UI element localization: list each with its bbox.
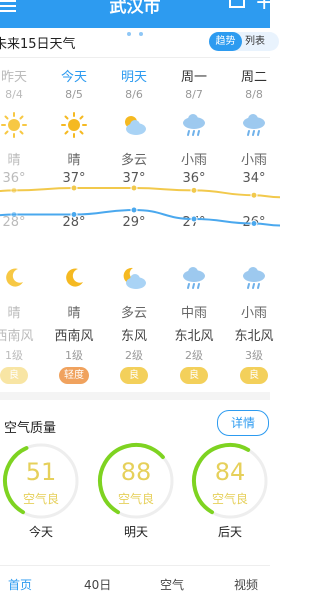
day-name: 明天 (120, 70, 147, 85)
add-city-icon[interactable]: + (255, 0, 273, 14)
high-temp-point (130, 184, 138, 192)
moon-icon (6, 268, 23, 287)
day-date: 8/6 (125, 88, 143, 101)
moon-icon (66, 268, 83, 287)
day-date: 8/7 (185, 88, 203, 101)
wind-level: 1级 (5, 349, 23, 362)
temperature-curves (0, 184, 281, 227)
high-temp-point (70, 184, 78, 192)
night-weather: 晴 (67, 306, 81, 321)
sun-cloud-icon (125, 116, 146, 135)
wind-direction: 东北风 (174, 329, 214, 344)
sun-icon (61, 112, 87, 138)
bottom-tab-bar: 首页 40日 空气 视频 (0, 565, 270, 601)
night-weather: 晴 (7, 306, 21, 321)
day-weather: 多云 (120, 153, 147, 168)
low-temp-point (130, 206, 138, 214)
aqi-day: 今天 (28, 525, 53, 539)
day-name: 周二 (240, 70, 267, 85)
tab-40-day[interactable]: 40日 (84, 576, 111, 593)
rain-cloud-icon (243, 114, 265, 136)
day-weather: 小雨 (240, 153, 267, 168)
day-date: 8/4 (5, 88, 23, 101)
page-indicator (126, 21, 144, 40)
low-temp-point (190, 215, 198, 223)
rain-cloud-icon (183, 267, 205, 289)
air-quality-title: 空气质量 (4, 421, 57, 436)
day-date: 8/5 (65, 88, 83, 101)
rain-cloud-icon (183, 114, 205, 136)
day-name: 昨天 (0, 70, 27, 85)
aqi-badge: 良 (180, 367, 208, 384)
sun-icon (1, 112, 27, 138)
air-detail-button[interactable]: 详情 (217, 410, 269, 436)
aqi-label: 空气良 (22, 492, 59, 506)
section-separator (0, 392, 270, 400)
night-weather: 多云 (120, 306, 147, 321)
night-weather: 中雨 (180, 306, 207, 321)
day-weather: 晴 (67, 153, 81, 168)
aqi-gauge[interactable]: 84 空气良 后天 (190, 441, 270, 539)
divider (0, 57, 270, 58)
high-temp-line (0, 187, 281, 199)
low-temp-point (250, 220, 258, 227)
low-temp-point (10, 211, 18, 218)
toggle-list[interactable]: 列表 (245, 32, 265, 51)
wind-direction: 东北风 (234, 329, 274, 344)
wind-direction: 西南风 (54, 329, 94, 344)
rain-cloud-icon (243, 267, 265, 289)
low-temp-line (0, 208, 281, 227)
aqi-badge: 轻度 (59, 367, 89, 384)
edit-icon[interactable] (229, 0, 245, 8)
day-name: 今天 (60, 70, 87, 85)
wind-direction: 东风 (120, 329, 147, 344)
aqi-label: 空气良 (117, 492, 154, 506)
night-weather: 小雨 (240, 306, 267, 321)
aqi-label: 空气良 (211, 492, 248, 506)
toggle-trend[interactable]: 趋势 (209, 32, 242, 51)
tab-video[interactable]: 视频 (234, 576, 258, 593)
wind-direction: 西南风 (0, 329, 34, 344)
aqi-value: 51 (25, 458, 57, 486)
day-weather: 小雨 (180, 153, 207, 168)
high-temp-point (250, 191, 258, 199)
aqi-day: 明天 (123, 525, 148, 539)
moon-cloud-icon (123, 267, 146, 289)
wind-level: 2级 (125, 349, 143, 362)
aqi-value: 88 (120, 458, 152, 486)
high-temp-point (190, 186, 198, 194)
low-temp-point (70, 211, 78, 218)
tab-air[interactable]: 空气 (160, 576, 184, 593)
forecast-heading: 未来15日天气 (0, 37, 76, 52)
aqi-gauge[interactable]: 51 空气良 今天 (1, 441, 81, 539)
aqi-value: 84 (214, 458, 246, 486)
tab-home[interactable]: 首页 (8, 576, 32, 593)
day-weather: 晴 (7, 153, 21, 168)
aqi-badge: 良 (120, 367, 148, 384)
high-temp-point (10, 186, 18, 194)
aqi-badge: 良 (240, 367, 268, 384)
wind-level: 3级 (245, 349, 263, 362)
wind-level: 1级 (65, 349, 83, 362)
day-date: 8/8 (245, 88, 263, 101)
wind-level: 2级 (185, 349, 203, 362)
top-bar: 武汉市 + (0, 0, 273, 36)
aqi-day: 后天 (217, 525, 242, 539)
view-toggle[interactable]: 趋势 列表 (209, 32, 279, 51)
aqi-gauge[interactable]: 88 空气良 明天 (96, 441, 176, 539)
day-name: 周一 (180, 70, 207, 85)
aqi-badge: 良 (0, 367, 28, 384)
